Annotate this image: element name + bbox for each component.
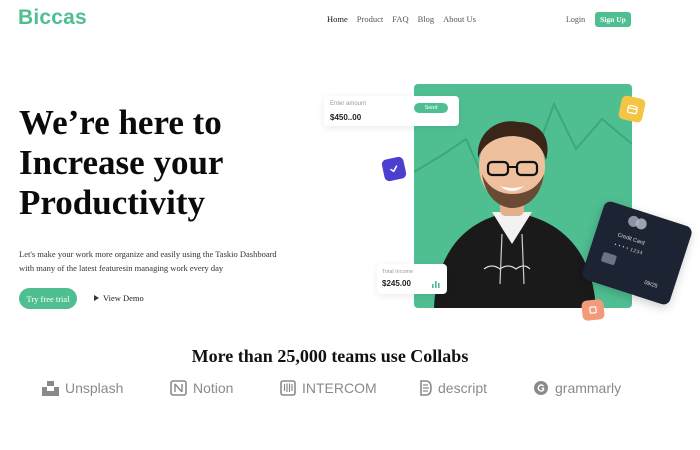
- try-free-trial-button[interactable]: Try free trial: [19, 288, 77, 309]
- partner-logos: Unsplash Notion INTERCOM descript gramma…: [0, 380, 700, 400]
- hero-title-line: We’re here to: [19, 103, 222, 142]
- total-income-card: Total Income $245.00: [377, 264, 447, 294]
- nav-item-home[interactable]: Home: [327, 14, 348, 24]
- brand-grammarly: grammarly: [533, 380, 621, 396]
- nav-item-product[interactable]: Product: [357, 14, 383, 24]
- income-label: Total Income: [382, 269, 414, 275]
- view-demo-button[interactable]: View Demo: [94, 293, 144, 303]
- hero-title-line: Productivity: [19, 183, 206, 222]
- brand-name: descript: [438, 380, 488, 396]
- card-logo-icon: [628, 215, 647, 230]
- hero-title: We’re here to Increase your Productivity: [19, 103, 319, 223]
- login-link[interactable]: Login: [566, 15, 585, 24]
- send-amount-card: Enter amount $450..00 Send: [324, 96, 459, 126]
- brand-name: grammarly: [555, 380, 622, 396]
- view-demo-label: View Demo: [103, 293, 144, 303]
- wallet-icon: [617, 94, 647, 124]
- nav-item-faq[interactable]: FAQ: [392, 14, 408, 24]
- notion-icon: [170, 380, 187, 396]
- check-icon: [380, 155, 408, 183]
- income-value: $245.00: [382, 279, 411, 288]
- brand-name: INTERCOM: [302, 380, 377, 396]
- send-button[interactable]: Send: [414, 103, 448, 113]
- hero-subtitle-line: with many of the latest featuresin manag…: [19, 263, 224, 273]
- signup-button[interactable]: Sign Up: [595, 12, 631, 27]
- document-icon: [581, 298, 605, 322]
- brand-descript: descript: [420, 380, 487, 396]
- hero-title-line: Increase your: [19, 143, 224, 182]
- play-icon: [94, 295, 99, 301]
- brand-logo[interactable]: Biccas: [18, 6, 87, 30]
- amount-label: Enter amount: [330, 101, 367, 107]
- brand-notion: Notion: [170, 380, 233, 396]
- brand-intercom: INTERCOM: [280, 380, 377, 396]
- intercom-icon: [280, 380, 296, 396]
- unsplash-icon: [42, 380, 59, 396]
- descript-icon: [420, 380, 432, 396]
- card-expiry: 09/25: [643, 279, 659, 290]
- hero-subtitle: Let's make your work more organize and e…: [19, 247, 319, 275]
- bar-chart-icon: [432, 281, 440, 288]
- nav-item-about-us[interactable]: About Us: [443, 14, 476, 24]
- teams-heading: More than 25,000 teams use Collabs: [191, 346, 469, 366]
- card-chip-icon: [600, 251, 618, 266]
- brand-unsplash: Unsplash: [42, 380, 123, 396]
- grammarly-icon: [534, 381, 548, 395]
- hero-subtitle-line: Let's make your work more organize and e…: [19, 249, 277, 259]
- nav-item-blog[interactable]: Blog: [418, 14, 435, 24]
- main-nav: Home Product FAQ Blog About Us: [327, 14, 476, 24]
- brand-name: Unsplash: [65, 380, 124, 396]
- brand-name: Notion: [193, 380, 234, 396]
- amount-value: $450..00: [330, 113, 362, 122]
